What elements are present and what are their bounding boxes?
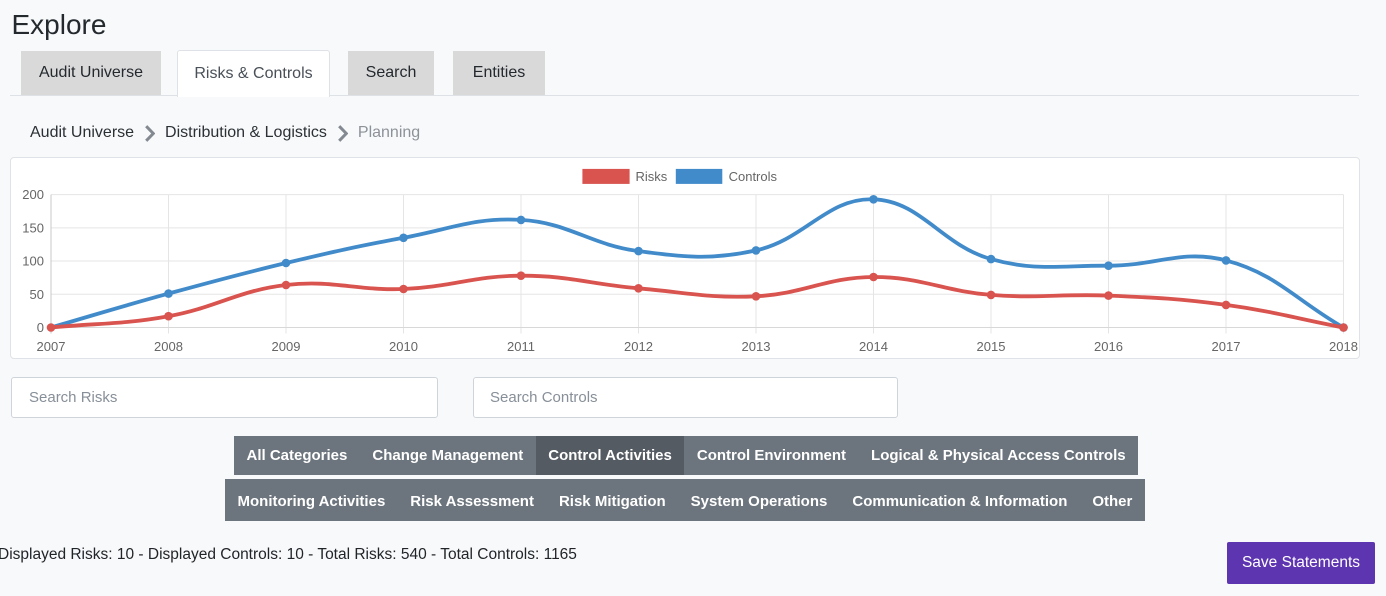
svg-text:50: 50 bbox=[30, 287, 44, 302]
svg-text:2011: 2011 bbox=[507, 339, 535, 354]
svg-text:2017: 2017 bbox=[1212, 339, 1241, 354]
svg-text:Risks: Risks bbox=[636, 169, 668, 184]
svg-text:2012: 2012 bbox=[624, 339, 653, 354]
svg-text:2009: 2009 bbox=[272, 339, 301, 354]
svg-text:2008: 2008 bbox=[154, 339, 183, 354]
svg-text:2014: 2014 bbox=[859, 339, 888, 354]
svg-text:2013: 2013 bbox=[742, 339, 771, 354]
svg-text:2016: 2016 bbox=[1094, 339, 1123, 354]
svg-text:2015: 2015 bbox=[977, 339, 1006, 354]
svg-text:Controls: Controls bbox=[729, 169, 778, 184]
svg-text:200: 200 bbox=[22, 187, 44, 202]
svg-text:150: 150 bbox=[22, 220, 44, 235]
svg-text:2007: 2007 bbox=[37, 339, 66, 354]
svg-text:2018: 2018 bbox=[1329, 339, 1358, 354]
svg-text:100: 100 bbox=[22, 254, 44, 269]
svg-text:0: 0 bbox=[37, 320, 44, 335]
svg-text:2010: 2010 bbox=[389, 339, 418, 354]
